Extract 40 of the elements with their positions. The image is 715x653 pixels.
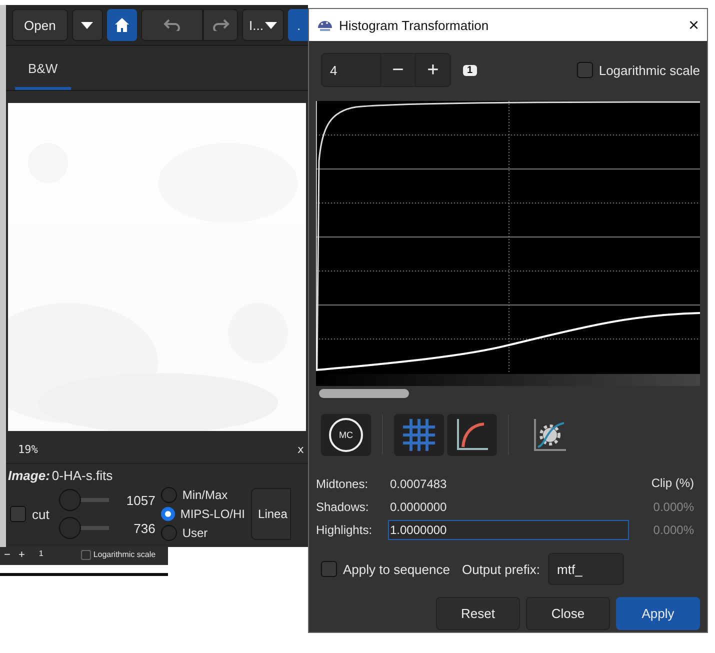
close-button[interactable]: × — [688, 14, 699, 36]
param-value: 0.0007483 — [390, 476, 448, 490]
more-button[interactable]: . — [288, 9, 308, 41]
log-scale-label: Logarithmic scale — [93, 550, 156, 560]
minus-button[interactable]: − — [4, 549, 10, 561]
clip-value: 0.000% — [653, 522, 694, 536]
menu-button[interactable]: I... — [242, 9, 284, 41]
cut-label: cut — [32, 506, 50, 522]
zoom-spinbox[interactable]: 4 − + — [321, 53, 451, 87]
dialog-button[interactable]: Close — [526, 597, 610, 630]
radio-label: MIPS-LO/HI — [180, 507, 246, 521]
param-label: Shadows: — [316, 500, 370, 514]
auto-stretch-button[interactable]: MC — [321, 414, 371, 456]
image-name: 0-HA-s.fits — [52, 468, 113, 483]
radio-label: User — [182, 526, 208, 540]
log-scale-label: Logarithmic scale — [598, 62, 700, 78]
prefix-label: Output prefix: — [462, 562, 540, 576]
image-label: Image: — [8, 468, 50, 483]
input-field[interactable]: 1.0000000 — [388, 520, 629, 540]
tab[interactable]: B&W — [15, 61, 71, 90]
param-label: Midtones: — [316, 476, 370, 490]
scale-mode-button[interactable]: Linea — [251, 488, 292, 540]
plus-button[interactable]: + — [18, 549, 25, 561]
open-button[interactable]: Open — [12, 9, 68, 41]
dialog-button[interactable]: Apply — [616, 597, 700, 630]
slider-value: 736 — [132, 520, 156, 536]
zoom-level: 19% — [18, 443, 38, 458]
radio-label: Min/Max — [182, 488, 228, 502]
input-field[interactable]: mtf_ — [548, 553, 624, 585]
dialog-button[interactable]: Reset — [436, 597, 520, 630]
channel-badge: 1 — [463, 64, 477, 76]
clip-value: 0.000% — [653, 500, 694, 514]
slider-value: 1057 — [125, 492, 156, 508]
param-label: Highlights: — [316, 522, 374, 536]
close-image-button[interactable]: x — [297, 443, 304, 463]
sequence-label: Apply to sequence — [343, 562, 450, 576]
window-title: Histogram Transformation — [339, 18, 489, 32]
channel-badge: 1 — [36, 549, 46, 558]
param-value: 0.0000000 — [390, 500, 448, 514]
clip-header: Clip (%) — [651, 476, 694, 490]
